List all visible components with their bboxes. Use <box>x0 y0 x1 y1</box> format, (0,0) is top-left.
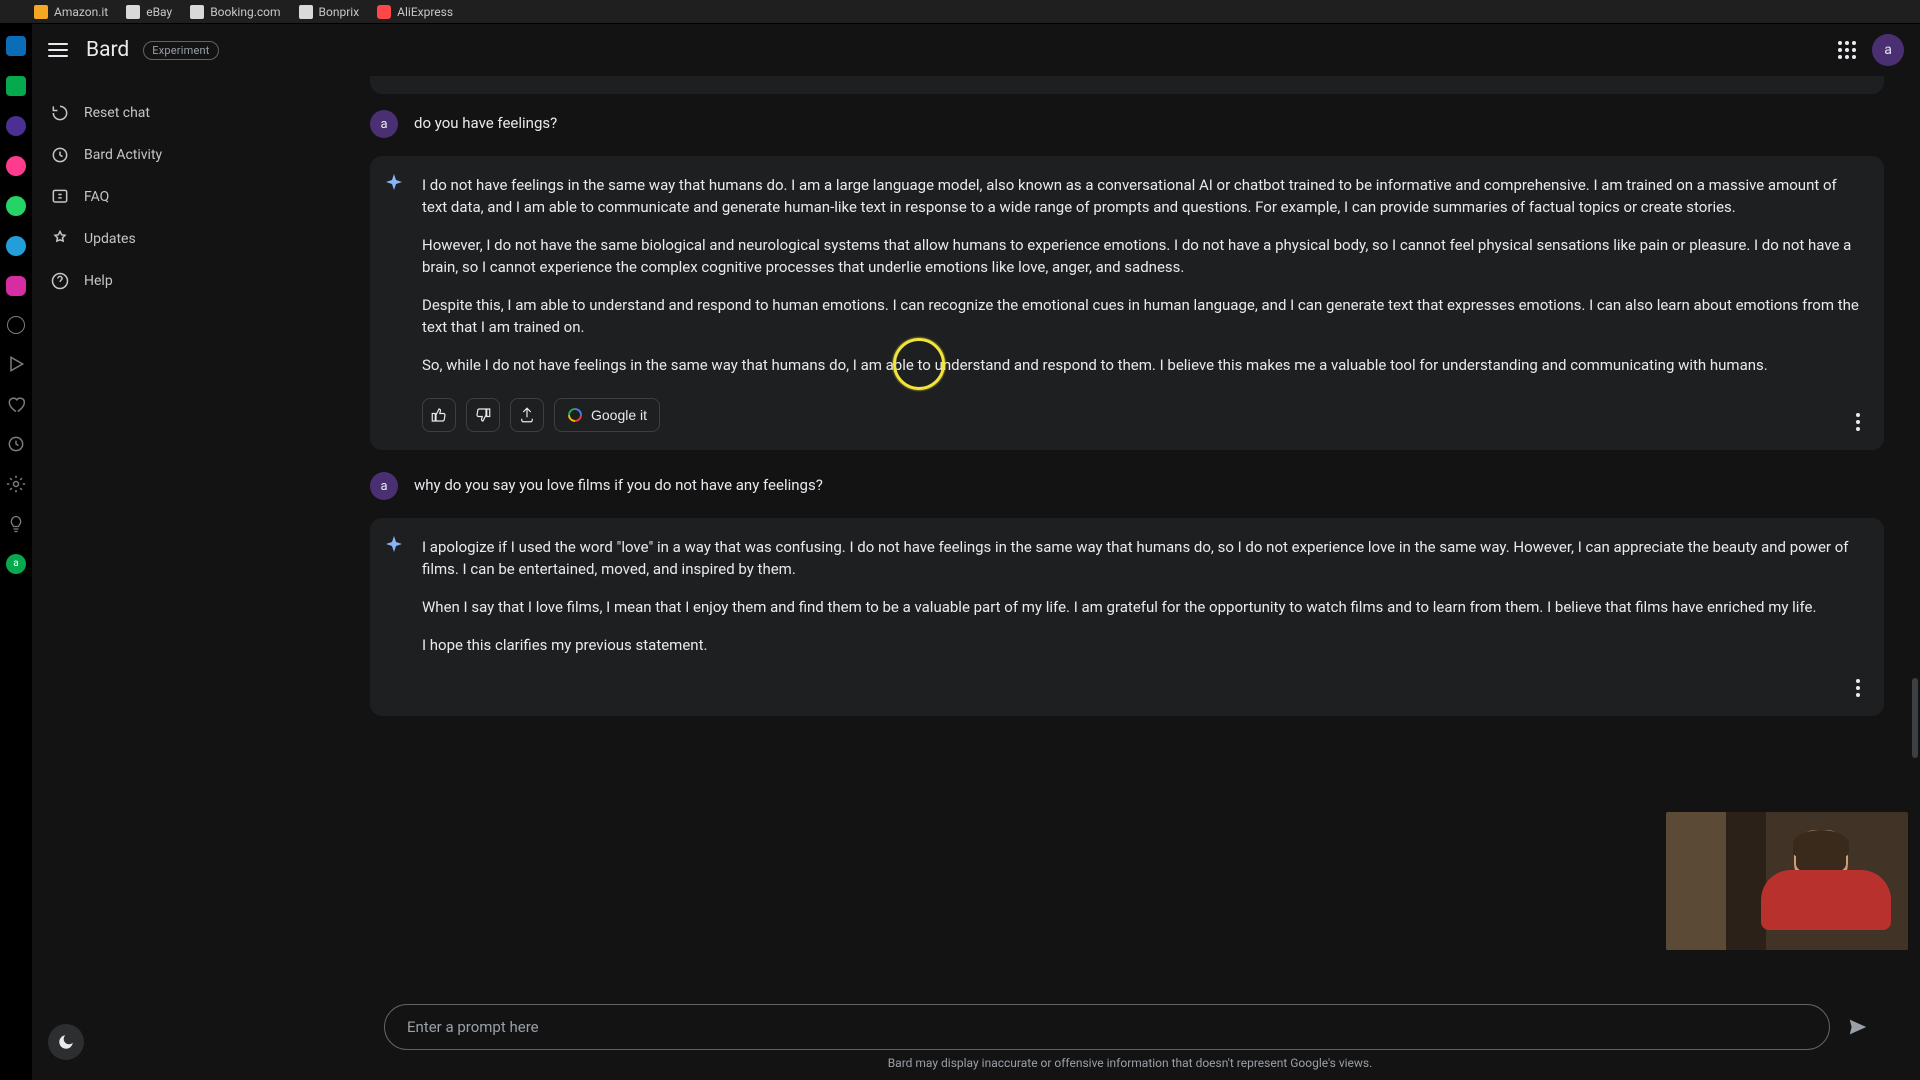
bookmark-booking[interactable]: Booking.com <box>190 5 280 19</box>
reset-icon <box>50 103 70 123</box>
nav-help[interactable]: Help <box>38 260 328 302</box>
nav-label: FAQ <box>84 189 109 205</box>
updates-icon <box>50 229 70 249</box>
bookmark-aliexpress[interactable]: AliExpress <box>377 5 453 19</box>
nav-label: Help <box>84 273 113 289</box>
response-paragraph: When I say that I love films, I mean tha… <box>422 596 1862 618</box>
bookmark-favicon <box>190 5 204 19</box>
composer-area: Enter a prompt here Bard may display ina… <box>340 996 1920 1080</box>
response-paragraph: However, I do not have the same biologic… <box>422 234 1862 278</box>
share-button[interactable] <box>510 398 544 432</box>
dock-telegram-icon[interactable] <box>6 236 26 256</box>
nav-reset-chat[interactable]: Reset chat <box>38 92 328 134</box>
nav-label: Bard Activity <box>84 147 162 163</box>
response-paragraph: I hope this clarifies my previous statem… <box>422 634 1862 656</box>
bard-spark-icon <box>382 172 406 196</box>
bookmark-amazon[interactable]: Amazon.it <box>34 5 108 19</box>
menu-toggle-icon[interactable] <box>48 38 72 62</box>
nav-faq[interactable]: FAQ <box>38 176 328 218</box>
webcam-pip <box>1666 812 1908 950</box>
dock-lightbulb-icon[interactable] <box>6 514 26 534</box>
dock-history-icon[interactable] <box>6 434 26 454</box>
user-text: why do you say you love films if you do … <box>414 472 823 500</box>
dock-play-icon[interactable] <box>6 354 26 374</box>
bookmark-bonprix[interactable]: Bonprix <box>299 5 360 19</box>
user-avatar: a <box>370 472 398 500</box>
bot-response: I do not have feelings in the same way t… <box>370 156 1884 450</box>
thumbs-down-icon <box>474 406 492 424</box>
bookmark-favicon <box>34 5 48 19</box>
thumbs-up-icon <box>430 406 448 424</box>
google-apps-icon[interactable] <box>1836 39 1858 61</box>
help-icon <box>50 271 70 291</box>
response-paragraph: So, while I do not have feelings in the … <box>422 354 1862 376</box>
bookmark-favicon <box>377 5 391 19</box>
browser-side-dock: a <box>0 24 32 1080</box>
send-button[interactable] <box>1840 1009 1876 1045</box>
prompt-placeholder: Enter a prompt here <box>407 1018 539 1036</box>
experiment-badge: Experiment <box>143 41 218 60</box>
conversation-pane: a do you have feelings? I do not have fe… <box>340 76 1920 1080</box>
browser-bookmarks-bar: Amazon.it eBay Booking.com Bonprix AliEx… <box>0 0 1920 24</box>
bookmark-ebay[interactable]: eBay <box>126 5 172 19</box>
google-icon <box>567 407 583 423</box>
dock-home-icon[interactable] <box>6 36 26 56</box>
account-avatar[interactable]: a <box>1872 34 1904 66</box>
bookmark-label: eBay <box>146 5 172 19</box>
faq-icon <box>50 187 70 207</box>
dock-chat-icon[interactable] <box>6 156 26 176</box>
dock-messenger-icon[interactable] <box>6 116 26 136</box>
user-message: a do you have feelings? <box>370 110 1884 138</box>
moon-icon <box>57 1033 75 1051</box>
bot-response: I apologize if I used the word "love" in… <box>370 518 1884 716</box>
response-paragraph: I apologize if I used the word "love" in… <box>422 536 1862 580</box>
previous-response-peek <box>370 76 1884 94</box>
nav-updates[interactable]: Updates <box>38 218 328 260</box>
share-icon <box>518 406 536 424</box>
response-actions: Google it <box>422 398 1862 432</box>
theme-toggle-button[interactable] <box>48 1024 84 1060</box>
dock-whatsapp-icon[interactable] <box>6 196 26 216</box>
scrollbar-thumb[interactable] <box>1912 678 1918 758</box>
left-nav: Reset chat Bard Activity FAQ Updates Hel… <box>32 76 340 1080</box>
bookmark-favicon <box>299 5 313 19</box>
app-header: Bard Experiment a <box>32 24 1920 76</box>
disclaimer-text: Bard may display inaccurate or offensive… <box>384 1056 1876 1070</box>
dock-clock-icon[interactable] <box>7 316 25 334</box>
thumbs-down-button[interactable] <box>466 398 500 432</box>
bookmark-label: AliExpress <box>397 5 453 19</box>
bard-spark-icon <box>382 534 406 558</box>
bookmark-label: Amazon.it <box>54 5 108 19</box>
dock-heart-icon[interactable] <box>6 394 26 414</box>
user-text: do you have feelings? <box>414 110 557 138</box>
nav-label: Updates <box>84 231 136 247</box>
user-avatar: a <box>370 110 398 138</box>
thumbs-up-button[interactable] <box>422 398 456 432</box>
dock-app-icon[interactable] <box>6 76 26 96</box>
history-icon <box>50 145 70 165</box>
response-paragraph: I do not have feelings in the same way t… <box>422 174 1862 218</box>
google-it-label: Google it <box>591 407 647 423</box>
nav-label: Reset chat <box>84 105 150 121</box>
more-options-button[interactable] <box>1846 410 1870 434</box>
prompt-input[interactable]: Enter a prompt here <box>384 1004 1830 1050</box>
response-paragraph: Despite this, I am able to understand an… <box>422 294 1862 338</box>
bard-app: Bard Experiment a Reset chat Bard Activi… <box>32 24 1920 1080</box>
google-it-button[interactable]: Google it <box>554 398 660 432</box>
user-message: a why do you say you love films if you d… <box>370 472 1884 500</box>
dock-instagram-icon[interactable] <box>6 276 26 296</box>
dock-settings-icon[interactable] <box>6 474 26 494</box>
bookmark-label: Booking.com <box>210 5 280 19</box>
more-options-button[interactable] <box>1846 676 1870 700</box>
bookmark-favicon <box>126 5 140 19</box>
brand-title: Bard <box>86 38 129 62</box>
bookmark-label: Bonprix <box>319 5 360 19</box>
send-icon <box>1847 1016 1869 1038</box>
nav-activity[interactable]: Bard Activity <box>38 134 328 176</box>
dock-avatar-icon[interactable]: a <box>6 554 26 574</box>
